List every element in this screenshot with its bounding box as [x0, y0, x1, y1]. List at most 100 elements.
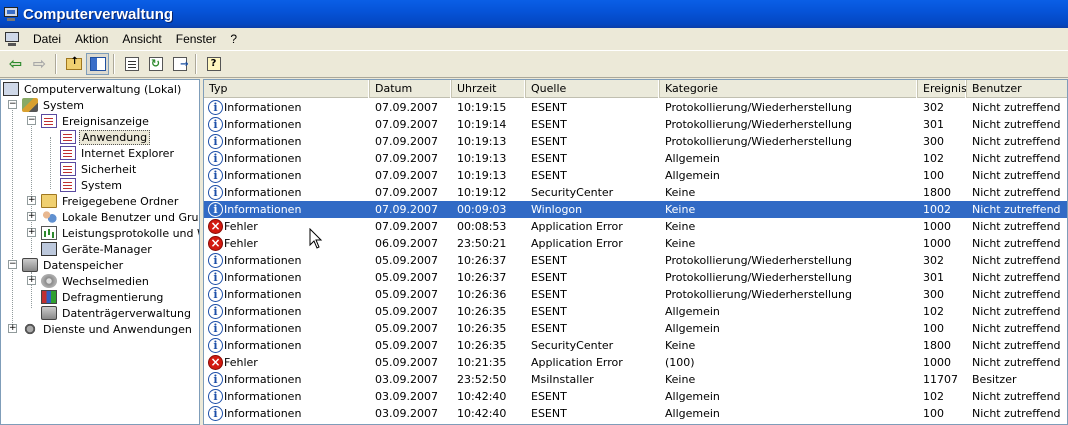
- cell-source: ESENT: [531, 101, 567, 114]
- expand-icon[interactable]: +: [8, 324, 17, 333]
- tree-item-anwendung[interactable]: Anwendung: [60, 129, 151, 145]
- tree-item-local-users[interactable]: Lokale Benutzer und Gruppen: [41, 209, 199, 225]
- menu-help[interactable]: ?: [223, 32, 244, 46]
- event-row[interactable]: i Informationen 03.09.2007 10:42:40 ESENT All…: [204, 388, 1067, 405]
- information-icon: i: [208, 151, 223, 166]
- expand-icon[interactable]: +: [27, 276, 36, 285]
- tree-item-disk-management[interactable]: Datenträgerverwaltung: [41, 305, 193, 321]
- event-row[interactable]: i Informationen 05.09.2007 10:26:37 ESENT Pro…: [204, 269, 1067, 286]
- tree-item-system[interactable]: System: [22, 97, 86, 113]
- system-menu-icon[interactable]: [4, 32, 20, 46]
- expand-icon[interactable]: +: [27, 196, 36, 205]
- event-row[interactable]: i Informationen 07.09.2007 10:19:13 ESENT All…: [204, 167, 1067, 184]
- cell-event: 1800: [923, 339, 951, 352]
- cell-event: 100: [923, 407, 944, 420]
- expand-icon[interactable]: +: [27, 212, 36, 221]
- tree-item-performance-logs[interactable]: Leistungsprotokolle und Warnungen: [41, 225, 199, 241]
- computer-management-icon: [3, 7, 19, 21]
- column-header-quelle[interactable]: Quelle: [526, 80, 660, 98]
- cell-user: Nicht zutreffend: [972, 203, 1061, 216]
- collapse-icon[interactable]: −: [27, 116, 36, 125]
- tree-item-storage[interactable]: Datenspeicher: [22, 257, 125, 273]
- cell-date: 05.09.2007: [375, 305, 438, 318]
- cell-user: Nicht zutreffend: [972, 254, 1061, 267]
- export-list-button[interactable]: [168, 53, 191, 75]
- tree-item-defrag[interactable]: Defragmentierung: [41, 289, 165, 305]
- event-row[interactable]: i Informationen 05.09.2007 10:26:35 Security…: [204, 337, 1067, 354]
- information-icon: i: [208, 270, 223, 285]
- tree-label: Leistungsprotokolle und Warnungen: [62, 226, 199, 240]
- event-row[interactable]: i Informationen 07.09.2007 10:19:12 Security…: [204, 184, 1067, 201]
- event-row[interactable]: i Informationen 07.09.2007 10:19:14 ESENT Pro…: [204, 116, 1067, 133]
- title-bar[interactable]: Computerverwaltung: [0, 0, 1068, 28]
- cell-source: Winlogon: [531, 203, 583, 216]
- column-header-ereignis[interactable]: Ereignis: [918, 80, 967, 98]
- event-row[interactable]: i Informationen 05.09.2007 10:26:37 ESENT Pro…: [204, 252, 1067, 269]
- tree-label: Geräte-Manager: [62, 242, 152, 256]
- refresh-button[interactable]: ↻: [144, 53, 167, 75]
- event-row[interactable]: i Informationen 07.09.2007 00:09:03 Winlogon…: [204, 201, 1067, 218]
- cell-date: 07.09.2007: [375, 135, 438, 148]
- cell-category: Protokollierung/Wiederherstellung: [665, 101, 852, 114]
- menu-datei[interactable]: Datei: [26, 32, 68, 46]
- event-row[interactable]: i Informationen 05.09.2007 10:26:35 ESENT All…: [204, 303, 1067, 320]
- event-row[interactable]: i Informationen 07.09.2007 10:19:15 ESENT Pro…: [204, 99, 1067, 116]
- tree-item-internet-explorer[interactable]: Internet Explorer: [60, 145, 176, 161]
- tree-line: [50, 137, 51, 189]
- properties-button[interactable]: [120, 53, 143, 75]
- tree-item-services[interactable]: Dienste und Anwendungen: [22, 321, 194, 337]
- tree-item-shared-folders[interactable]: Freigegebene Ordner: [41, 193, 180, 209]
- mouse-pointer-icon: [309, 228, 323, 249]
- tree-item-sicherheit[interactable]: Sicherheit: [60, 161, 138, 177]
- tree-item-ereignisanzeige[interactable]: Ereignisanzeige: [41, 113, 151, 129]
- cell-date: 06.09.2007: [375, 237, 438, 250]
- cell-source: ESENT: [531, 322, 567, 335]
- help-button[interactable]: ?: [202, 53, 225, 75]
- event-row[interactable]: i Informationen 05.09.2007 10:26:36 ESENT Pro…: [204, 286, 1067, 303]
- show-hide-tree-button[interactable]: [86, 53, 109, 75]
- column-header-uhrzeit[interactable]: Uhrzeit: [452, 80, 526, 98]
- column-header-datum[interactable]: Datum: [370, 80, 452, 98]
- expand-icon[interactable]: +: [27, 228, 36, 237]
- event-row[interactable]: i Informationen 05.09.2007 10:26:35 ESENT All…: [204, 320, 1067, 337]
- event-row[interactable]: × Fehler 05.09.2007 10:21:35 Application Err…: [204, 354, 1067, 371]
- cell-event: 302: [923, 101, 944, 114]
- collapse-icon[interactable]: −: [8, 260, 17, 269]
- information-icon: i: [208, 372, 223, 387]
- column-header-typ[interactable]: Typ: [204, 80, 370, 98]
- collapse-icon[interactable]: −: [8, 100, 17, 109]
- cell-time: 10:26:35: [457, 305, 507, 318]
- event-row[interactable]: × Fehler 06.09.2007 23:50:21 Application Err…: [204, 235, 1067, 252]
- event-row[interactable]: i Informationen 07.09.2007 10:19:13 ESENT Pro…: [204, 133, 1067, 150]
- cell-date: 07.09.2007: [375, 152, 438, 165]
- back-button[interactable]: ⇦: [4, 53, 27, 75]
- column-header-kategorie[interactable]: Kategorie: [660, 80, 918, 98]
- cell-category: Allgemein: [665, 169, 720, 182]
- event-row[interactable]: i Informationen 07.09.2007 10:19:13 ESENT All…: [204, 150, 1067, 167]
- cell-user: Nicht zutreffend: [972, 339, 1061, 352]
- event-list[interactable]: Typ Datum Uhrzeit Quelle Kategorie Ereig…: [203, 79, 1068, 425]
- cell-date: 05.09.2007: [375, 356, 438, 369]
- cell-event: 301: [923, 271, 944, 284]
- menu-ansicht[interactable]: Ansicht: [115, 32, 168, 46]
- console-tree[interactable]: Computerverwaltung (Lokal) − System − Er…: [0, 79, 200, 425]
- tree-item-device-manager[interactable]: Geräte-Manager: [41, 241, 154, 257]
- column-header-benutzer[interactable]: Benutzer: [967, 80, 1067, 98]
- tree-item-system-log[interactable]: System: [60, 177, 124, 193]
- cell-date: 07.09.2007: [375, 169, 438, 182]
- up-one-level-button[interactable]: [62, 53, 85, 75]
- menu-fenster[interactable]: Fenster: [169, 32, 224, 46]
- forward-button[interactable]: ⇨: [28, 53, 51, 75]
- cell-event: 102: [923, 152, 944, 165]
- event-row[interactable]: × Fehler 07.09.2007 00:08:53 Application Err…: [204, 218, 1067, 235]
- cell-type: Informationen: [224, 152, 302, 165]
- event-row[interactable]: i Informationen 03.09.2007 10:42:40 ESENT All…: [204, 405, 1067, 422]
- tree-item-root[interactable]: Computerverwaltung (Lokal): [3, 81, 183, 97]
- tree-item-removable-media[interactable]: Wechselmedien: [41, 273, 151, 289]
- menu-aktion[interactable]: Aktion: [68, 32, 115, 46]
- information-icon: i: [208, 287, 223, 302]
- cell-date: 03.09.2007: [375, 407, 438, 420]
- computer-icon: [3, 82, 19, 96]
- system-tools-icon: [22, 98, 38, 112]
- event-row[interactable]: i Informationen 03.09.2007 23:52:50 MsiInsta…: [204, 371, 1067, 388]
